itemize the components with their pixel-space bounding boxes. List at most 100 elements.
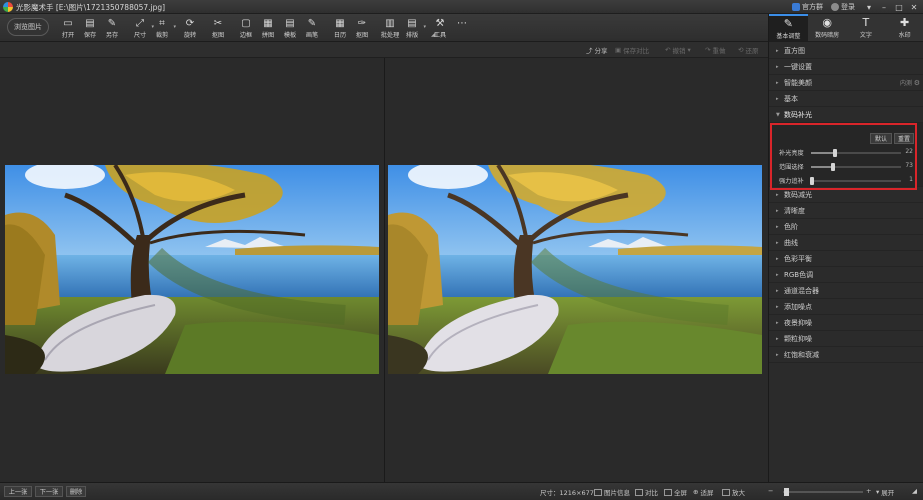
- slider-value: 22: [905, 148, 913, 155]
- tab-watermark[interactable]: ✚ 水印: [885, 14, 923, 41]
- image-canvas[interactable]: [0, 58, 768, 482]
- share-button[interactable]: ⤴ 分享: [586, 45, 608, 55]
- tool-template-button[interactable]: ▤ 模板: [279, 16, 301, 40]
- tool-save-as-button[interactable]: ✎ 另存: [101, 16, 123, 40]
- zoom-slider-track[interactable]: [783, 491, 863, 493]
- section-label: 数码减光: [784, 190, 812, 199]
- tool-save-button[interactable]: ▤ 保存: [79, 16, 101, 40]
- login-link[interactable]: 登录: [831, 2, 855, 12]
- tool-label: 保存: [83, 32, 97, 39]
- section-header[interactable]: ▸ 色阶: [769, 219, 923, 235]
- section-header[interactable]: ▸ RGB色调: [769, 267, 923, 283]
- expand-icon: ▾: [876, 488, 880, 496]
- zoom-out-icon[interactable]: −: [768, 487, 773, 495]
- tool-label: 排版: [405, 32, 419, 39]
- section-label: 颗粒抑噪: [784, 334, 812, 343]
- tool-batch-button[interactable]: ▥ 批处理: [379, 16, 401, 40]
- image-info-button[interactable]: 图片信息: [594, 487, 630, 497]
- slider-label: 补光亮度: [779, 150, 804, 157]
- darkroom-icon: ◉: [822, 15, 832, 29]
- slider-fill: [811, 152, 836, 154]
- tool-rotate-button[interactable]: ⟳ 旋转: [179, 16, 201, 40]
- cutout-icon: ✂: [213, 18, 223, 29]
- close-icon[interactable]: ✕: [908, 1, 920, 13]
- tool-cutout-button[interactable]: ✂ 抠图: [207, 16, 229, 40]
- section-header[interactable]: ▸ 夜景抑噪: [769, 315, 923, 331]
- section-header[interactable]: ▸ 红饱和衰减: [769, 347, 923, 363]
- tool-label: 批处理: [380, 32, 400, 39]
- section-header[interactable]: ▸ 清晰度: [769, 203, 923, 219]
- tool-crop-button[interactable]: ⌗ 裁剪 ▾: [151, 16, 176, 40]
- slider-thumb[interactable]: [830, 163, 835, 171]
- section-header[interactable]: ▸ 数码减光: [769, 187, 923, 203]
- browse-images-button[interactable]: 浏览图片: [7, 18, 49, 36]
- title-bar: 光影魔术手 [E:\图片\1721350788057.jpg] 官方群 登录 ▾…: [0, 0, 923, 14]
- restore-icon: ⟲: [738, 46, 744, 54]
- zoom-slider-thumb[interactable]: [784, 488, 790, 496]
- settings-gear-icon[interactable]: ⚙: [914, 79, 920, 87]
- slider-track[interactable]: [811, 163, 901, 171]
- save-compare-button[interactable]: ▣ 保存对比: [615, 45, 649, 55]
- tab-text[interactable]: T 文字: [847, 14, 886, 41]
- section-header[interactable]: ▸ 智能美颜 内测 ⚙: [769, 75, 923, 91]
- undo-dropdown-icon: ▾: [687, 46, 691, 54]
- compare-button[interactable]: 对比: [635, 487, 658, 497]
- tab-adjust[interactable]: ✎ 基本调整: [769, 14, 808, 41]
- next-image-button[interactable]: 下一张: [35, 486, 63, 497]
- tab-darkroom[interactable]: ◉ 数码暗房: [808, 14, 847, 41]
- expand-button[interactable]: ▾ 展开: [876, 487, 894, 497]
- minimize-icon[interactable]: –: [878, 1, 890, 13]
- toolbar-expand-icon[interactable]: ◢: [431, 31, 436, 38]
- save-as-icon: ✎: [107, 18, 117, 29]
- restore-button[interactable]: ⟲ 还原: [738, 45, 758, 55]
- adjust-sections: ▸ 直方图 ▸ 一键设置 ▸ 智能美颜 内测 ⚙ ▸ 基本 ▼ 数码补光 默认 重置 补光亮度 22 范围…: [769, 43, 923, 363]
- section-header[interactable]: ▸ 曲线: [769, 235, 923, 251]
- tool-calendar-button[interactable]: ▦ 日历: [329, 16, 351, 40]
- maximize-icon[interactable]: □: [893, 1, 905, 13]
- adjust-icon: ✎: [783, 16, 793, 30]
- zoom-in-button[interactable]: 放大: [722, 487, 745, 497]
- tool-layout-button[interactable]: ▤ 排版 ▾: [401, 16, 426, 40]
- slider-value: 73: [905, 162, 913, 169]
- skin-icon[interactable]: ▾: [863, 1, 875, 13]
- zoom-in-plus-icon[interactable]: +: [866, 487, 871, 495]
- section-header[interactable]: ▼ 数码补光: [769, 107, 923, 123]
- share-icon: ⤴: [586, 47, 593, 55]
- tool-label: 旋转: [183, 32, 197, 39]
- section-header[interactable]: ▸ 色彩平衡: [769, 251, 923, 267]
- fit-label: 适屏: [700, 489, 714, 497]
- slider-fill: [811, 166, 833, 168]
- fullscreen-button[interactable]: 全屏: [664, 487, 687, 497]
- resize-grip-icon[interactable]: ◢: [912, 487, 917, 495]
- slider-label: 强力追补: [779, 178, 804, 185]
- fit-screen-button[interactable]: ⊕ 适屏: [693, 487, 713, 497]
- section-header[interactable]: ▸ 添加噪点: [769, 299, 923, 315]
- tool-collage-button[interactable]: ▦ 拼图: [257, 16, 279, 40]
- slider-thumb[interactable]: [809, 177, 814, 185]
- chevron-down-icon[interactable]: ▾: [423, 24, 426, 30]
- tool-pin-button[interactable]: ✑ 抠图: [351, 16, 373, 40]
- slider-thumb[interactable]: [833, 149, 838, 157]
- slider-track[interactable]: [811, 149, 901, 157]
- official-group-link[interactable]: 官方群: [792, 2, 823, 12]
- tool-frame-button[interactable]: ▢ 边框: [235, 16, 257, 40]
- section-header[interactable]: ▸ 通道混合器: [769, 283, 923, 299]
- chevron-down-icon[interactable]: ▾: [173, 24, 176, 30]
- slider-track[interactable]: [809, 177, 901, 185]
- tool-open-button[interactable]: ▭ 打开: [57, 16, 79, 40]
- section-header[interactable]: ▸ 一键设置: [769, 59, 923, 75]
- undo-button[interactable]: ↶ 撤销 ▾: [665, 45, 691, 55]
- reset-button[interactable]: 重置: [894, 133, 914, 144]
- section-header[interactable]: ▸ 颗粒抑噪: [769, 331, 923, 347]
- save-icon: ▤: [85, 18, 95, 29]
- redo-button[interactable]: ↷ 重做: [705, 45, 725, 55]
- tool-more-button[interactable]: ⋯: [451, 16, 473, 40]
- section-header[interactable]: ▸ 基本: [769, 91, 923, 107]
- default-button[interactable]: 默认: [870, 133, 892, 144]
- delete-button[interactable]: 删除: [66, 486, 86, 497]
- section-header[interactable]: ▸ 直方图: [769, 43, 923, 59]
- fullscreen-label: 全屏: [674, 489, 687, 497]
- tool-resize-button[interactable]: ⤢ 尺寸 ▾: [129, 16, 154, 40]
- prev-image-button[interactable]: 上一张: [4, 486, 32, 497]
- tool-brush-button[interactable]: ✎ 画笔: [301, 16, 323, 40]
